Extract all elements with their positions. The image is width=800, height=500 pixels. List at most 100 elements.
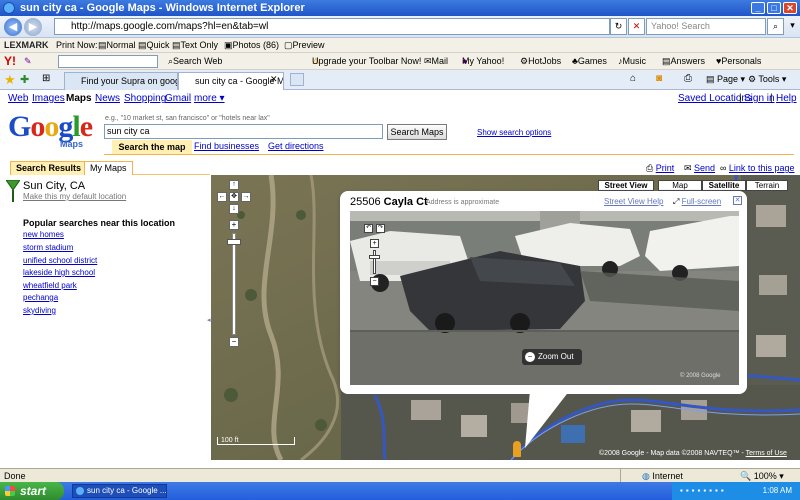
games-button[interactable]: ♣ Games [572, 53, 607, 70]
left-panel-tabs: Search Results My Maps [10, 161, 210, 175]
feeds-icon[interactable]: ◙ [656, 73, 662, 84]
map-copyright: ©2008 Google - Map data ©2008 NAVTEQ™ - … [599, 450, 787, 457]
nav-web[interactable]: Web [8, 93, 28, 104]
print-now-label: Print Now: [56, 40, 98, 50]
pan-center-icon[interactable]: ✥ [229, 192, 239, 202]
sv-zoom-track[interactable] [373, 250, 376, 274]
map-type-satellite-button[interactable]: Satellite [702, 180, 746, 191]
sv-zoom-thumb[interactable] [369, 255, 380, 259]
pan-up-icon[interactable]: ↑ [229, 180, 239, 190]
favorites-star-icon[interactable]: ★ [4, 72, 16, 88]
default-location-link[interactable]: Make this my default location [23, 192, 126, 201]
zoom-out-overlay-button[interactable]: − Zoom Out [522, 349, 582, 365]
nav-gmail[interactable]: Gmail [165, 93, 191, 104]
new-tab-button[interactable] [290, 73, 304, 86]
url-field[interactable]: http://maps.google.com/maps?hl=en&tab=wl [54, 18, 610, 35]
zoom-slider-track[interactable] [232, 233, 236, 335]
sv-rotate-left-icon[interactable]: ↶ [364, 224, 373, 233]
nav-more[interactable]: more ▾ [194, 93, 225, 104]
sv-zoom-out-button[interactable]: − [370, 277, 379, 286]
popular-search-link[interactable]: lakeside high school [23, 268, 95, 277]
photos-button[interactable]: ▣ Photos (86) [224, 38, 279, 53]
tools-menu[interactable]: ⚙ Tools ▾ [748, 74, 786, 85]
print-text-only-button[interactable]: ▤ Text Only [172, 38, 218, 53]
link-to-page[interactable]: ∞ Link to this page [720, 163, 794, 173]
help-link[interactable]: Help [776, 93, 797, 104]
sv-rotate-right-icon[interactable]: ↷ [376, 224, 385, 233]
refresh-icon[interactable]: ↻ [610, 18, 627, 35]
pan-right-icon[interactable]: → [241, 192, 251, 202]
tab-my-maps[interactable]: My Maps [84, 161, 133, 175]
fullscreen-link[interactable]: ⤢ Full-screen [673, 197, 721, 207]
map-type-terrain-button[interactable]: Terrain [746, 180, 788, 191]
nav-news[interactable]: News [95, 93, 120, 104]
yahoo-search-input[interactable]: Yahoo! Search [646, 18, 766, 35]
tab-sun-city-maps[interactable]: sun city ca - Google Maps [178, 72, 284, 90]
tab-search-results[interactable]: Search Results [10, 161, 88, 175]
answers-button[interactable]: ▤ Answers [662, 53, 705, 70]
maps-search-input[interactable]: sun city ca [104, 124, 383, 139]
collapse-panel-icon[interactable]: ◂ [207, 316, 211, 324]
pan-down-icon[interactable]: ↓ [229, 204, 239, 214]
pan-left-icon[interactable]: ← [217, 192, 227, 202]
lexmark-logo: LEXMARK [4, 40, 49, 50]
music-button[interactable]: ♪ Music [618, 53, 646, 70]
stop-icon[interactable]: ✕ [628, 18, 645, 35]
hotjobs-button[interactable]: ⚙ HotJobs [520, 53, 561, 70]
zoom-slider-thumb[interactable] [227, 239, 241, 245]
nav-images[interactable]: Images [32, 93, 65, 104]
popular-search-link[interactable]: wheatfield park [23, 281, 77, 290]
pencil-icon[interactable]: ✎ [24, 53, 32, 70]
street-view-help-link[interactable]: Street View Help [604, 197, 663, 206]
tab-find-supra[interactable]: Find your Supra on google m... [64, 72, 178, 90]
search-options-icon[interactable]: ▾ [784, 18, 800, 35]
terms-of-use-link[interactable]: Terms of Use [746, 450, 787, 457]
page-menu[interactable]: ▤ Page ▾ [706, 74, 745, 85]
close-popup-icon[interactable]: ✕ [733, 196, 742, 205]
yahoo-toolbar-search-input[interactable] [58, 55, 158, 68]
street-view-button[interactable]: Street View [598, 180, 654, 191]
preview-button[interactable]: ▢ Preview [284, 38, 325, 53]
maximize-button[interactable]: □ [767, 2, 781, 14]
close-tab-icon[interactable]: ✕ [270, 74, 278, 85]
result-title: Sun City, CA [23, 180, 86, 192]
search-web-button[interactable]: ⌕ Search Web [168, 53, 222, 70]
popular-search-link[interactable]: unified school district [23, 256, 97, 265]
tab-search-the-map[interactable]: Search the map [112, 140, 192, 154]
print-icon[interactable]: ⎙ [684, 73, 692, 84]
nav-shopping[interactable]: Shopping [124, 93, 166, 104]
print-link[interactable]: ⎙ Print [646, 163, 674, 174]
print-quick-button[interactable]: ▤ Quick [138, 38, 170, 53]
mail-button[interactable]: ✉ Mail [424, 53, 448, 70]
tab-find-businesses[interactable]: Find businesses [194, 141, 259, 151]
system-tray: ▪▪▪▪▪▪▪▪ 1:08 AM [672, 482, 800, 500]
taskbar-item-ie[interactable]: sun city ca - Google ... [72, 484, 167, 498]
popular-search-link[interactable]: storm stadium [23, 243, 73, 252]
street-view-photo[interactable]: ↶ ↷ + − − Zoom Out © 2008 Google [350, 211, 739, 385]
start-button[interactable]: start [0, 482, 64, 500]
search-maps-button[interactable]: Search Maps [387, 124, 447, 140]
close-button[interactable]: ✕ [783, 2, 797, 14]
map-type-map-button[interactable]: Map [658, 180, 702, 191]
tray-icons[interactable]: ▪▪▪▪▪▪▪▪ [680, 482, 727, 500]
back-button[interactable]: ◀ [4, 18, 22, 36]
zoom-out-button[interactable]: − [229, 337, 239, 347]
popular-search-link[interactable]: skydiving [23, 306, 56, 315]
personals-button[interactable]: ♥ Personals [716, 53, 761, 70]
zoom-level[interactable]: 🔍 100% ▾ [740, 469, 784, 483]
show-search-options-link[interactable]: Show search options [477, 128, 551, 137]
popular-search-link[interactable]: new homes [23, 230, 64, 239]
forward-button[interactable]: ▶ [24, 18, 42, 36]
popup-address: 25506 Cayla Ct [350, 196, 428, 208]
minimize-button[interactable]: _ [751, 2, 765, 14]
quick-tabs-icon[interactable]: ⊞ [42, 73, 50, 84]
zoom-in-button[interactable]: + [229, 220, 239, 230]
popular-search-link[interactable]: pechanga [23, 293, 58, 302]
home-icon[interactable]: ⌂ [630, 73, 636, 84]
add-favorites-icon[interactable]: ✚ [20, 73, 29, 86]
print-normal-button[interactable]: ▤ Normal [98, 38, 136, 53]
send-link[interactable]: ✉ Send [684, 163, 715, 174]
tab-get-directions[interactable]: Get directions [268, 141, 324, 151]
search-icon[interactable]: ⌕ [767, 18, 784, 35]
sv-zoom-in-button[interactable]: + [370, 239, 379, 248]
